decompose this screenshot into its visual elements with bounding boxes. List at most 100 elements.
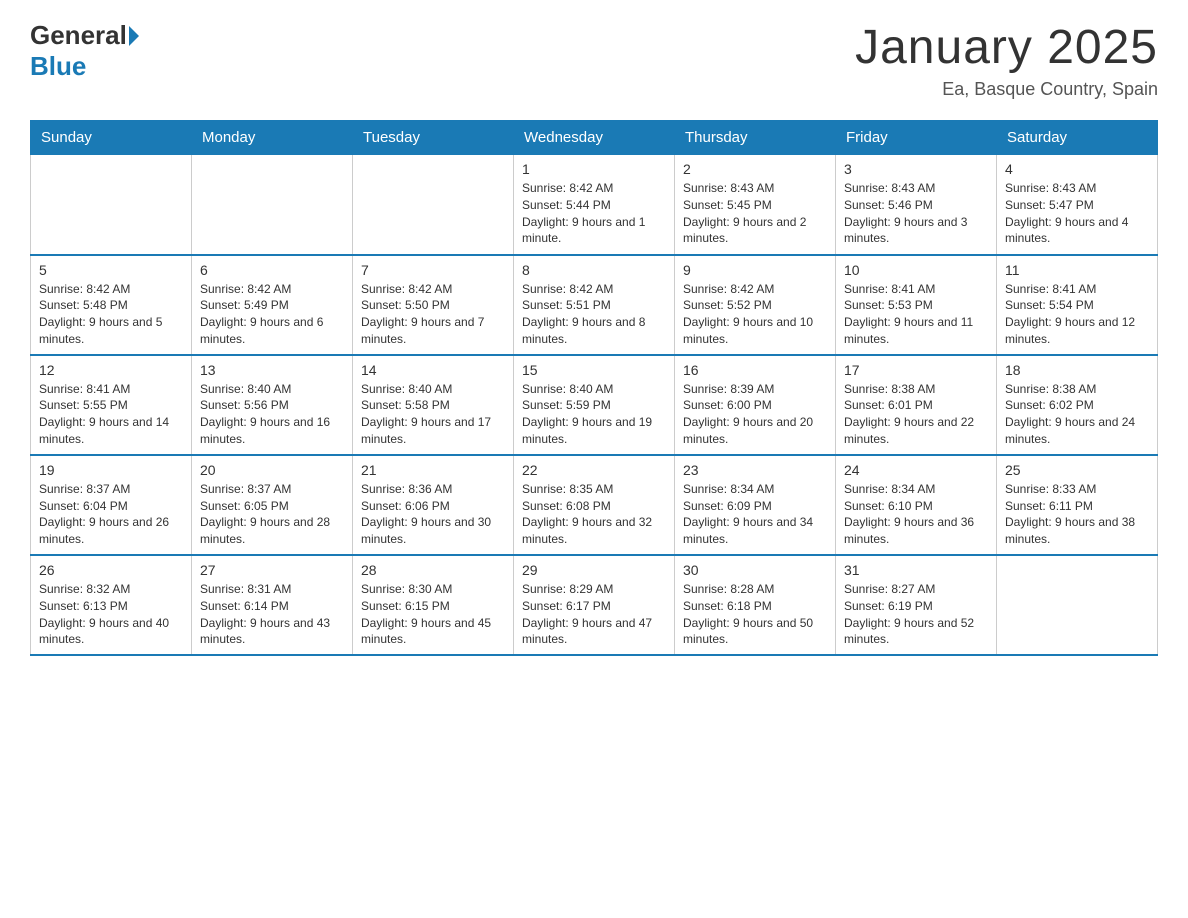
day-number: 21	[361, 462, 505, 478]
calendar-cell: 21 Sunrise: 8:36 AM Sunset: 6:06 PM Dayli…	[353, 455, 514, 555]
calendar-cell	[353, 155, 514, 255]
calendar-cell: 5Sunrise: 8:42 AM Sunset: 5:48 PM Daylig…	[31, 255, 192, 355]
day-info: Sunrise: 8:30 AM Sunset: 6:15 PM Dayligh…	[361, 581, 505, 648]
day-info: Sunrise: 8:31 AM Sunset: 6:14 PM Dayligh…	[200, 581, 344, 648]
day-info: Sunrise: 8:29 AM Sunset: 6:17 PM Dayligh…	[522, 581, 666, 648]
week-row-4: 19 Sunrise: 8:37 AM Sunset: 6:04 PM Dayli…	[31, 455, 1158, 555]
day-info: Sunrise: 8:32 AM Sunset: 6:13 PM Dayligh…	[39, 581, 183, 648]
day-info: Sunrise: 8:43 AM Sunset: 5:46 PM Dayligh…	[844, 180, 988, 247]
day-number: 31	[844, 562, 988, 578]
day-number: 22	[522, 462, 666, 478]
days-of-week-row: SundayMondayTuesdayWednesdayThursdayFrid…	[31, 121, 1158, 155]
day-info: Sunrise: 8:27 AM Sunset: 6:19 PM Dayligh…	[844, 581, 988, 648]
day-number: 3	[844, 161, 988, 177]
day-number: 27	[200, 562, 344, 578]
day-number: 17	[844, 362, 988, 378]
week-row-5: 26 Sunrise: 8:32 AM Sunset: 6:13 PM Dayli…	[31, 555, 1158, 655]
calendar-cell: 26 Sunrise: 8:32 AM Sunset: 6:13 PM Dayli…	[31, 555, 192, 655]
calendar-cell: 24 Sunrise: 8:34 AM Sunset: 6:10 PM Dayli…	[836, 455, 997, 555]
calendar-cell	[192, 155, 353, 255]
calendar-body: 1 Sunrise: 8:42 AM Sunset: 5:44 PM Daylig…	[31, 155, 1158, 656]
calendar-cell: 16 Sunrise: 8:39 AM Sunset: 6:00 PM Dayli…	[675, 355, 836, 455]
day-info: Sunrise: 8:42 AM Sunset: 5:49 PM Dayligh…	[200, 281, 344, 348]
calendar-cell	[997, 555, 1158, 655]
day-info: Sunrise: 8:38 AM Sunset: 6:02 PM Dayligh…	[1005, 381, 1149, 448]
day-number: 9	[683, 262, 827, 278]
day-number: 12	[39, 362, 183, 378]
week-row-2: 5Sunrise: 8:42 AM Sunset: 5:48 PM Daylig…	[31, 255, 1158, 355]
calendar-cell: 27 Sunrise: 8:31 AM Sunset: 6:14 PM Dayli…	[192, 555, 353, 655]
day-info: Sunrise: 8:41 AM Sunset: 5:53 PM Dayligh…	[844, 281, 988, 348]
day-info: Sunrise: 8:42 AM Sunset: 5:44 PM Dayligh…	[522, 180, 666, 247]
day-info: Sunrise: 8:43 AM Sunset: 5:45 PM Dayligh…	[683, 180, 827, 247]
day-number: 19	[39, 462, 183, 478]
day-number: 25	[1005, 462, 1149, 478]
day-number: 4	[1005, 161, 1149, 177]
calendar-cell: 15 Sunrise: 8:40 AM Sunset: 5:59 PM Dayli…	[514, 355, 675, 455]
day-of-week-thursday: Thursday	[675, 121, 836, 155]
day-number: 16	[683, 362, 827, 378]
day-info: Sunrise: 8:42 AM Sunset: 5:50 PM Dayligh…	[361, 281, 505, 348]
calendar-cell: 6 Sunrise: 8:42 AM Sunset: 5:49 PM Daylig…	[192, 255, 353, 355]
day-number: 28	[361, 562, 505, 578]
day-info: Sunrise: 8:41 AM Sunset: 5:54 PM Dayligh…	[1005, 281, 1149, 348]
day-info: Sunrise: 8:39 AM Sunset: 6:00 PM Dayligh…	[683, 381, 827, 448]
calendar-cell: 4Sunrise: 8:43 AM Sunset: 5:47 PM Daylig…	[997, 155, 1158, 255]
calendar-cell: 2Sunrise: 8:43 AM Sunset: 5:45 PM Daylig…	[675, 155, 836, 255]
day-of-week-wednesday: Wednesday	[514, 121, 675, 155]
day-number: 11	[1005, 262, 1149, 278]
day-info: Sunrise: 8:40 AM Sunset: 5:58 PM Dayligh…	[361, 381, 505, 448]
calendar-cell: 1 Sunrise: 8:42 AM Sunset: 5:44 PM Daylig…	[514, 155, 675, 255]
day-info: Sunrise: 8:40 AM Sunset: 5:56 PM Dayligh…	[200, 381, 344, 448]
day-of-week-sunday: Sunday	[31, 121, 192, 155]
day-of-week-monday: Monday	[192, 121, 353, 155]
day-info: Sunrise: 8:42 AM Sunset: 5:51 PM Dayligh…	[522, 281, 666, 348]
calendar-cell: 18Sunrise: 8:38 AM Sunset: 6:02 PM Dayli…	[997, 355, 1158, 455]
calendar-cell: 11 Sunrise: 8:41 AM Sunset: 5:54 PM Dayli…	[997, 255, 1158, 355]
day-info: Sunrise: 8:34 AM Sunset: 6:10 PM Dayligh…	[844, 481, 988, 548]
day-number: 29	[522, 562, 666, 578]
calendar-cell: 19 Sunrise: 8:37 AM Sunset: 6:04 PM Dayli…	[31, 455, 192, 555]
calendar-cell: 12Sunrise: 8:41 AM Sunset: 5:55 PM Dayli…	[31, 355, 192, 455]
day-of-week-saturday: Saturday	[997, 121, 1158, 155]
calendar-cell: 31 Sunrise: 8:27 AM Sunset: 6:19 PM Dayli…	[836, 555, 997, 655]
calendar-cell: 20Sunrise: 8:37 AM Sunset: 6:05 PM Dayli…	[192, 455, 353, 555]
day-number: 1	[522, 161, 666, 177]
calendar-cell: 9 Sunrise: 8:42 AM Sunset: 5:52 PM Daylig…	[675, 255, 836, 355]
page-header: General Blue January 2025 Ea, Basque Cou…	[30, 20, 1158, 100]
day-info: Sunrise: 8:40 AM Sunset: 5:59 PM Dayligh…	[522, 381, 666, 448]
day-of-week-tuesday: Tuesday	[353, 121, 514, 155]
calendar-cell: 23Sunrise: 8:34 AM Sunset: 6:09 PM Dayli…	[675, 455, 836, 555]
day-info: Sunrise: 8:37 AM Sunset: 6:04 PM Dayligh…	[39, 481, 183, 548]
logo-blue-text: Blue	[30, 51, 86, 82]
day-number: 15	[522, 362, 666, 378]
calendar-cell: 29 Sunrise: 8:29 AM Sunset: 6:17 PM Dayli…	[514, 555, 675, 655]
calendar-cell: 14 Sunrise: 8:40 AM Sunset: 5:58 PM Dayli…	[353, 355, 514, 455]
calendar-cell: 22 Sunrise: 8:35 AM Sunset: 6:08 PM Dayli…	[514, 455, 675, 555]
calendar-cell	[31, 155, 192, 255]
day-number: 10	[844, 262, 988, 278]
logo-general-text: General	[30, 20, 127, 51]
day-number: 26	[39, 562, 183, 578]
day-info: Sunrise: 8:33 AM Sunset: 6:11 PM Dayligh…	[1005, 481, 1149, 548]
day-info: Sunrise: 8:36 AM Sunset: 6:06 PM Dayligh…	[361, 481, 505, 548]
day-number: 24	[844, 462, 988, 478]
calendar-table: SundayMondayTuesdayWednesdayThursdayFrid…	[30, 120, 1158, 656]
calendar-cell: 28 Sunrise: 8:30 AM Sunset: 6:15 PM Dayli…	[353, 555, 514, 655]
day-info: Sunrise: 8:42 AM Sunset: 5:48 PM Dayligh…	[39, 281, 183, 348]
calendar-cell: 3 Sunrise: 8:43 AM Sunset: 5:46 PM Daylig…	[836, 155, 997, 255]
day-number: 6	[200, 262, 344, 278]
calendar-header: SundayMondayTuesdayWednesdayThursdayFrid…	[31, 121, 1158, 155]
logo: General Blue	[30, 20, 141, 82]
day-number: 13	[200, 362, 344, 378]
day-info: Sunrise: 8:42 AM Sunset: 5:52 PM Dayligh…	[683, 281, 827, 348]
day-info: Sunrise: 8:35 AM Sunset: 6:08 PM Dayligh…	[522, 481, 666, 548]
day-number: 14	[361, 362, 505, 378]
calendar-cell: 13 Sunrise: 8:40 AM Sunset: 5:56 PM Dayli…	[192, 355, 353, 455]
calendar-cell: 30Sunrise: 8:28 AM Sunset: 6:18 PM Dayli…	[675, 555, 836, 655]
day-of-week-friday: Friday	[836, 121, 997, 155]
day-info: Sunrise: 8:37 AM Sunset: 6:05 PM Dayligh…	[200, 481, 344, 548]
day-info: Sunrise: 8:38 AM Sunset: 6:01 PM Dayligh…	[844, 381, 988, 448]
calendar-cell: 8Sunrise: 8:42 AM Sunset: 5:51 PM Daylig…	[514, 255, 675, 355]
calendar-cell: 25 Sunrise: 8:33 AM Sunset: 6:11 PM Dayli…	[997, 455, 1158, 555]
